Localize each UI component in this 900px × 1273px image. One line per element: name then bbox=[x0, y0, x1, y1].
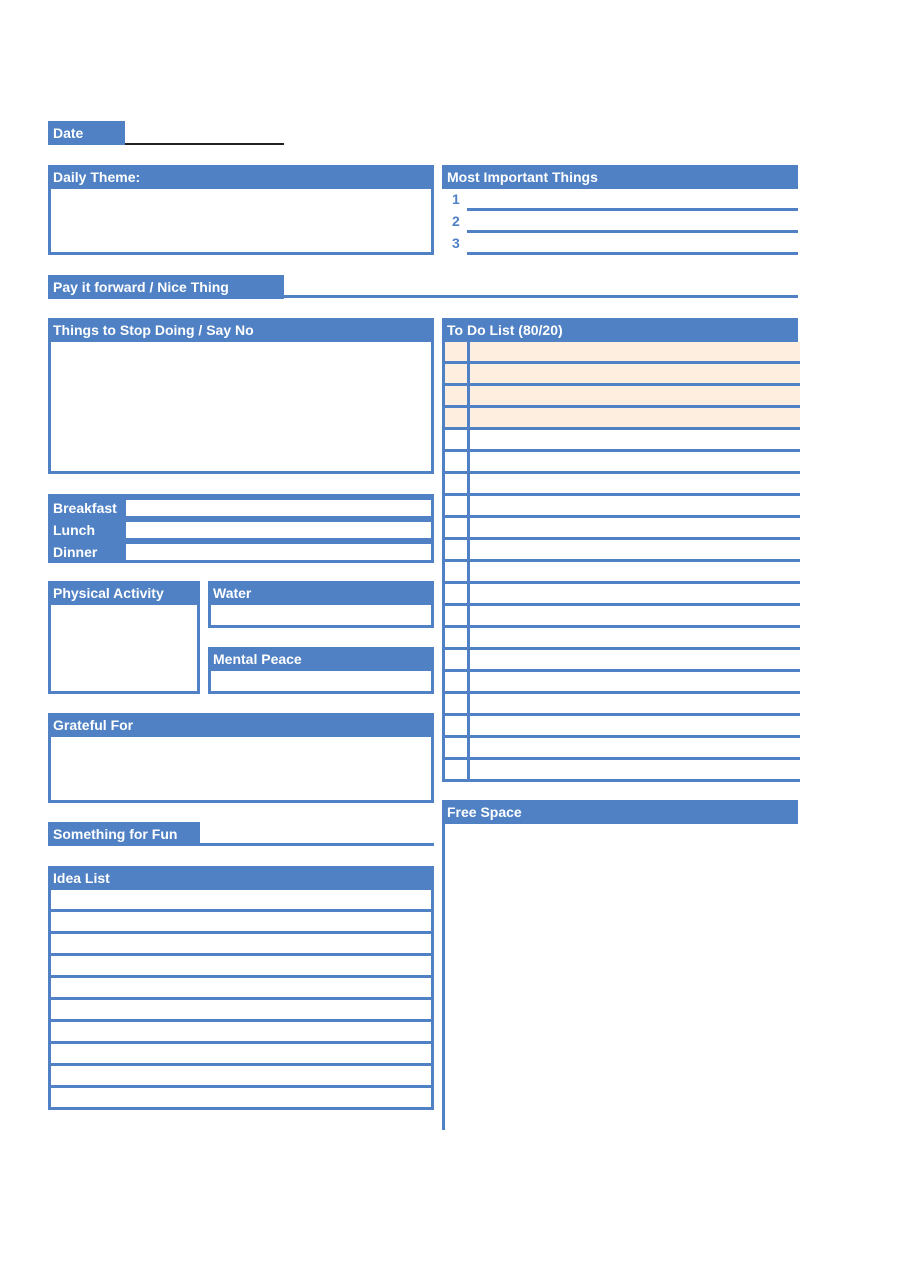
idea-row[interactable] bbox=[51, 1000, 431, 1022]
todo-row[interactable] bbox=[445, 364, 800, 386]
todo-row[interactable] bbox=[445, 628, 800, 650]
mental-peace-field[interactable] bbox=[208, 669, 434, 694]
mit-line-1[interactable] bbox=[467, 208, 798, 211]
todo-row[interactable] bbox=[445, 430, 800, 452]
todo-column-divider bbox=[467, 342, 470, 782]
pay-it-forward-field[interactable] bbox=[284, 295, 798, 298]
physical-activity-header: Physical Activity bbox=[48, 581, 200, 605]
meal-label-dinner: Dinner bbox=[48, 541, 126, 563]
todo-row[interactable] bbox=[445, 672, 800, 694]
idea-row[interactable] bbox=[51, 934, 431, 956]
mit-number-2: 2 bbox=[452, 213, 460, 229]
water-header: Water bbox=[208, 581, 434, 605]
todo-row[interactable] bbox=[445, 716, 800, 738]
todo-row[interactable] bbox=[445, 408, 800, 430]
idea-row[interactable] bbox=[51, 890, 431, 912]
todo-row[interactable] bbox=[445, 584, 800, 606]
something-for-fun-field[interactable] bbox=[200, 843, 434, 846]
meal-row-breakfast: Breakfast bbox=[48, 497, 434, 519]
idea-row[interactable] bbox=[51, 912, 431, 934]
todo-row[interactable] bbox=[445, 540, 800, 562]
todo-row[interactable] bbox=[445, 342, 800, 364]
todo-list bbox=[442, 342, 800, 782]
idea-row[interactable] bbox=[51, 978, 431, 1000]
pay-it-forward-label: Pay it forward / Nice Thing bbox=[48, 275, 284, 299]
free-space-header: Free Space bbox=[442, 800, 798, 824]
date-field[interactable] bbox=[125, 143, 284, 145]
todo-row[interactable] bbox=[445, 496, 800, 518]
stop-doing-header: Things to Stop Doing / Say No bbox=[48, 318, 434, 342]
todo-row[interactable] bbox=[445, 518, 800, 540]
meal-field-lunch[interactable] bbox=[126, 519, 434, 541]
date-label: Date bbox=[48, 121, 125, 145]
todo-row[interactable] bbox=[445, 386, 800, 408]
mit-line-3[interactable] bbox=[467, 252, 798, 255]
idea-row[interactable] bbox=[51, 1022, 431, 1044]
todo-row[interactable] bbox=[445, 760, 800, 782]
daily-theme-field[interactable] bbox=[48, 187, 434, 255]
meal-field-dinner[interactable] bbox=[126, 541, 434, 563]
todo-row[interactable] bbox=[445, 650, 800, 672]
meal-row-dinner: Dinner bbox=[48, 541, 434, 563]
todo-row[interactable] bbox=[445, 474, 800, 496]
todo-row[interactable] bbox=[445, 562, 800, 584]
idea-list-header: Idea List bbox=[48, 866, 434, 890]
todo-row[interactable] bbox=[445, 694, 800, 716]
most-important-header: Most Important Things bbox=[442, 165, 798, 189]
water-field[interactable] bbox=[208, 603, 434, 628]
idea-row[interactable] bbox=[51, 1044, 431, 1066]
idea-list bbox=[48, 890, 434, 1110]
something-for-fun-label: Something for Fun bbox=[48, 822, 200, 846]
meal-label-breakfast: Breakfast bbox=[48, 497, 126, 519]
free-space-area[interactable] bbox=[445, 824, 798, 1130]
daily-theme-header: Daily Theme: bbox=[48, 165, 434, 189]
todo-row[interactable] bbox=[445, 606, 800, 628]
mit-line-2[interactable] bbox=[467, 230, 798, 233]
todo-row[interactable] bbox=[445, 738, 800, 760]
meal-row-lunch: Lunch bbox=[48, 519, 434, 541]
idea-row[interactable] bbox=[51, 1088, 431, 1110]
meals-table: Breakfast Lunch Dinner bbox=[48, 494, 434, 565]
idea-row[interactable] bbox=[51, 956, 431, 978]
meal-label-lunch: Lunch bbox=[48, 519, 126, 541]
physical-activity-field[interactable] bbox=[48, 603, 200, 694]
stop-doing-field[interactable] bbox=[48, 340, 434, 474]
meal-field-breakfast[interactable] bbox=[126, 497, 434, 519]
grateful-for-field[interactable] bbox=[48, 735, 434, 803]
mental-peace-header: Mental Peace bbox=[208, 647, 434, 671]
todo-header: To Do List (80/20) bbox=[442, 318, 798, 342]
mit-number-1: 1 bbox=[452, 191, 460, 207]
grateful-for-header: Grateful For bbox=[48, 713, 434, 737]
idea-row[interactable] bbox=[51, 1066, 431, 1088]
mit-number-3: 3 bbox=[452, 235, 460, 251]
todo-row[interactable] bbox=[445, 452, 800, 474]
